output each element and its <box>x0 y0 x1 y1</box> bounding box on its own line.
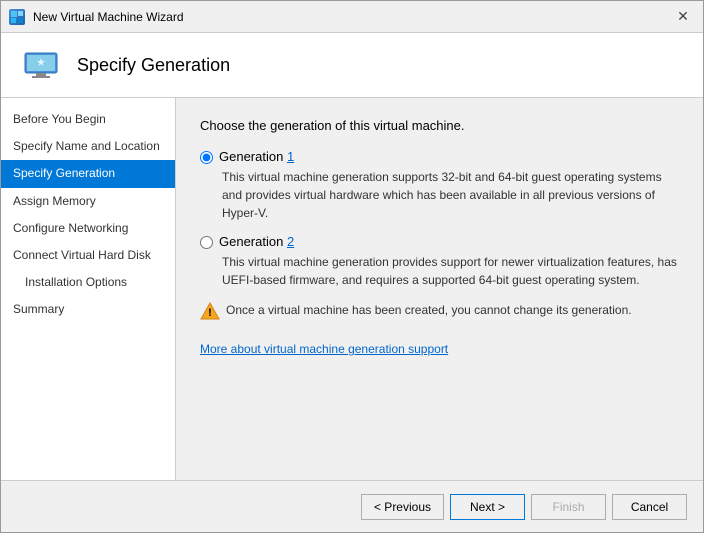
warning-box: ! Once a virtual machine has been create… <box>200 301 679 321</box>
generation2-description: This virtual machine generation provides… <box>222 253 679 289</box>
generation2-label[interactable]: Generation 2 <box>219 234 294 249</box>
sidebar: Before You Begin Specify Name and Locati… <box>1 98 176 480</box>
sidebar-item-specify-generation[interactable]: Specify Generation <box>1 160 175 187</box>
generation2-radio-row: Generation 2 <box>200 234 679 249</box>
main-area: Before You Begin Specify Name and Locati… <box>1 98 703 480</box>
header-area: Specify Generation <box>1 33 703 98</box>
gen2-label-text: Generation <box>219 234 287 249</box>
generation2-radio[interactable] <box>200 236 213 249</box>
previous-button[interactable]: < Previous <box>361 494 444 520</box>
generation1-description: This virtual machine generation supports… <box>222 168 679 222</box>
more-link-container: More about virtual machine generation su… <box>200 341 679 356</box>
generation1-radio-row: Generation 1 <box>200 149 679 164</box>
sidebar-item-specify-name[interactable]: Specify Name and Location <box>1 133 175 160</box>
generation1-link[interactable]: 1 <box>287 149 294 164</box>
main-window: New Virtual Machine Wizard ✕ Specify Gen… <box>0 0 704 533</box>
header-icon <box>21 49 61 81</box>
sidebar-item-assign-memory[interactable]: Assign Memory <box>1 188 175 215</box>
content-intro: Choose the generation of this virtual ma… <box>200 118 679 133</box>
finish-button[interactable]: Finish <box>531 494 606 520</box>
sidebar-item-connect-disk[interactable]: Connect Virtual Hard Disk <box>1 242 175 269</box>
sidebar-item-summary[interactable]: Summary <box>1 296 175 323</box>
generation1-label[interactable]: Generation 1 <box>219 149 294 164</box>
generation1-radio[interactable] <box>200 151 213 164</box>
footer: < Previous Next > Finish Cancel <box>1 480 703 532</box>
next-button[interactable]: Next > <box>450 494 525 520</box>
title-bar: New Virtual Machine Wizard ✕ <box>1 1 703 33</box>
sidebar-item-before-you-begin[interactable]: Before You Begin <box>1 106 175 133</box>
close-button[interactable]: ✕ <box>671 5 695 29</box>
sidebar-item-installation-options[interactable]: Installation Options <box>1 269 175 296</box>
generation1-group: Generation 1 This virtual machine genera… <box>200 149 679 222</box>
content-area: Choose the generation of this virtual ma… <box>176 98 703 480</box>
svg-text:!: ! <box>208 307 212 319</box>
more-link[interactable]: More about virtual machine generation su… <box>200 342 448 356</box>
generation2-link[interactable]: 2 <box>287 234 294 249</box>
generation2-group: Generation 2 This virtual machine genera… <box>200 234 679 289</box>
app-icon <box>9 9 25 25</box>
page-title: Specify Generation <box>77 55 230 76</box>
cancel-button[interactable]: Cancel <box>612 494 687 520</box>
warning-icon: ! <box>200 301 220 321</box>
window-title: New Virtual Machine Wizard <box>33 10 671 24</box>
sidebar-item-configure-networking[interactable]: Configure Networking <box>1 215 175 242</box>
gen1-label-text: Generation <box>219 149 287 164</box>
warning-text: Once a virtual machine has been created,… <box>226 301 632 319</box>
